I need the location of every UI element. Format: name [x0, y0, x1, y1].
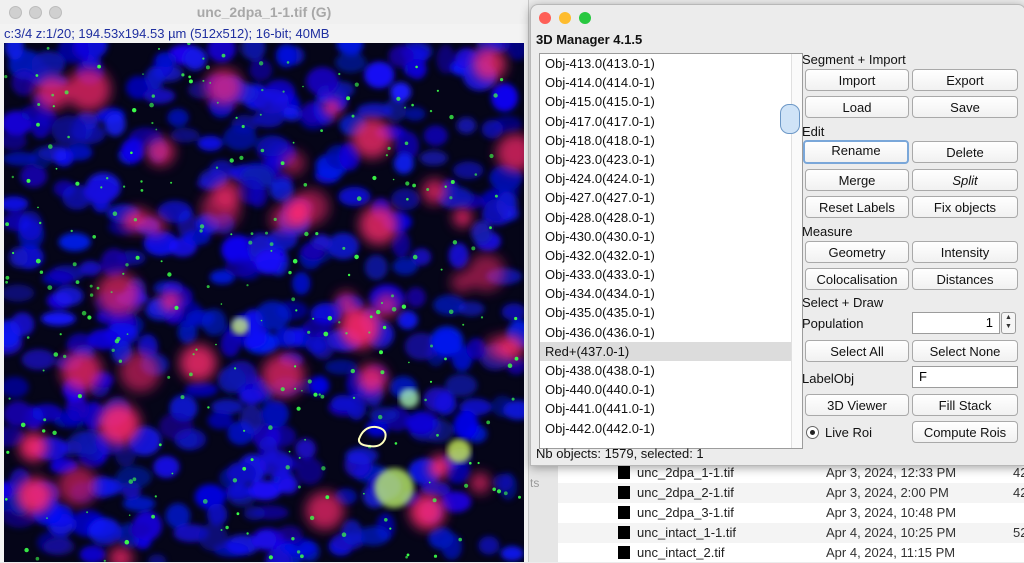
finder-sidebar-text: ts — [530, 476, 540, 490]
minimize-icon[interactable] — [559, 12, 571, 24]
file-icon — [618, 546, 630, 559]
file-row[interactable]: unc_intact_2.tif Apr 4, 2024, 11:15 PM — [558, 543, 1024, 563]
file-name: unc_intact_2.tif — [637, 545, 725, 560]
list-item[interactable]: Obj-414.0(414.0-1) — [540, 73, 802, 92]
import-button[interactable]: Import — [805, 69, 909, 91]
file-icon — [618, 486, 630, 499]
geometry-button[interactable]: Geometry — [805, 241, 909, 263]
finder-sidebar: ts — [528, 462, 558, 562]
file-name: unc_2dpa_3-1.tif — [637, 505, 734, 520]
intensity-button[interactable]: Intensity — [912, 241, 1018, 263]
close-icon[interactable] — [539, 12, 551, 24]
file-date: Apr 4, 2024, 11:15 PM — [826, 545, 956, 560]
file-row[interactable]: unc_2dpa_2-1.tif Apr 3, 2024, 2:00 PM 42 — [558, 483, 1024, 503]
split-button[interactable]: Split — [912, 169, 1018, 191]
select-none-button[interactable]: Select None — [912, 340, 1018, 362]
status-bar: Nb objects: 1579, selected: 1 — [536, 446, 704, 461]
file-icon — [618, 506, 630, 519]
file-size: 42 — [1013, 465, 1024, 480]
list-item[interactable]: Obj-433.0(433.0-1) — [540, 265, 802, 284]
distances-button[interactable]: Distances — [912, 268, 1018, 290]
labelobj-input[interactable]: F — [912, 366, 1018, 388]
section-select-draw: Select + Draw — [802, 295, 884, 310]
list-item[interactable]: Obj-438.0(438.0-1) — [540, 361, 802, 380]
file-row[interactable]: unc_2dpa_1-1.tif Apr 3, 2024, 12:33 PM 42 — [558, 463, 1024, 483]
zoom-icon[interactable] — [579, 12, 591, 24]
colocalisation-button[interactable]: Colocalisation — [805, 268, 909, 290]
live-roi-radio[interactable] — [806, 426, 819, 439]
list-scroll-knob[interactable] — [780, 104, 800, 134]
list-item[interactable]: Obj-440.0(440.0-1) — [540, 380, 802, 399]
list-item[interactable]: Obj-424.0(424.0-1) — [540, 169, 802, 188]
file-row[interactable]: unc_2dpa_3-1.tif Apr 3, 2024, 10:48 PM — [558, 503, 1024, 523]
list-item[interactable]: Obj-413.0(413.0-1) — [540, 54, 802, 73]
file-size: 42 — [1013, 485, 1024, 500]
load-button[interactable]: Load — [805, 96, 909, 118]
3d-manager-window: 3D Manager 4.1.5 Obj-413.0(413.0-1) Obj-4… — [530, 4, 1024, 466]
live-roi-label: Live Roi — [825, 425, 872, 440]
list-item[interactable]: Obj-418.0(418.0-1) — [540, 131, 802, 150]
compute-rois-button[interactable]: Compute Rois — [912, 421, 1018, 443]
list-item[interactable]: Obj-427.0(427.0-1) — [540, 188, 802, 207]
file-row[interactable]: unc_intact_1-1.tif Apr 4, 2024, 10:25 PM 5… — [558, 523, 1024, 543]
list-item[interactable]: Obj-415.0(415.0-1) — [540, 92, 802, 111]
list-item[interactable]: Obj-435.0(435.0-1) — [540, 303, 802, 322]
select-all-button[interactable]: Select All — [805, 340, 909, 362]
section-segment-import: Segment + Import — [802, 52, 906, 67]
finder-window: ts unc_2dpa_1-1.tif Apr 3, 2024, 12:33 PM… — [528, 462, 1024, 562]
list-item[interactable]: Obj-423.0(423.0-1) — [540, 150, 802, 169]
rename-button[interactable]: Rename — [803, 140, 909, 164]
list-item[interactable]: Obj-430.0(430.0-1) — [540, 227, 802, 246]
file-name: unc_intact_1-1.tif — [637, 525, 737, 540]
population-label: Population — [802, 316, 864, 331]
fix-objects-button[interactable]: Fix objects — [912, 196, 1018, 218]
manager-titlebar[interactable] — [531, 5, 1024, 31]
file-icon — [618, 466, 630, 479]
image-window-title: unc_2dpa_1-1.tif (G) — [196, 4, 332, 20]
microscopy-image[interactable] — [4, 43, 524, 562]
image-window: unc_2dpa_1-1.tif (G) c:3/4 z:1/20; 194.5… — [0, 0, 529, 562]
file-date: Apr 3, 2024, 2:00 PM — [826, 485, 949, 500]
export-button[interactable]: Export — [912, 69, 1018, 91]
file-date: Apr 3, 2024, 10:48 PM — [826, 505, 957, 520]
file-size: 52 — [1013, 525, 1024, 540]
3d-viewer-button[interactable]: 3D Viewer — [805, 394, 909, 416]
image-window-titlebar[interactable]: unc_2dpa_1-1.tif (G) — [0, 0, 528, 24]
file-name: unc_2dpa_2-1.tif — [637, 485, 734, 500]
file-date: Apr 4, 2024, 10:25 PM — [826, 525, 957, 540]
list-item[interactable]: Obj-417.0(417.0-1) — [540, 112, 802, 131]
image-info-bar: c:3/4 z:1/20; 194.53x194.53 µm (512x512)… — [4, 26, 330, 41]
reset-labels-button[interactable]: Reset Labels — [805, 196, 909, 218]
section-edit: Edit — [802, 124, 825, 139]
merge-button[interactable]: Merge — [805, 169, 909, 191]
list-item[interactable]: Obj-434.0(434.0-1) — [540, 284, 802, 303]
file-date: Apr 3, 2024, 12:33 PM — [826, 465, 957, 480]
delete-button[interactable]: Delete — [912, 141, 1018, 163]
list-item[interactable]: Obj-436.0(436.0-1) — [540, 323, 802, 342]
list-item[interactable]: Obj-432.0(432.0-1) — [540, 246, 802, 265]
object-list[interactable]: Obj-413.0(413.0-1) Obj-414.0(414.0-1) Obj-… — [539, 53, 803, 449]
save-button[interactable]: Save — [912, 96, 1018, 118]
population-input[interactable]: 1 — [912, 312, 1000, 334]
file-icon — [618, 526, 630, 539]
fill-stack-button[interactable]: Fill Stack — [912, 394, 1018, 416]
image-canvas[interactable] — [4, 43, 524, 562]
labelobj-label: LabelObj — [802, 371, 855, 386]
file-name: unc_2dpa_1-1.tif — [637, 465, 734, 480]
list-item[interactable]: Obj-442.0(442.0-1) — [540, 419, 802, 438]
list-item[interactable]: Red+(437.0-1) — [540, 341, 802, 361]
population-stepper[interactable]: ▲ ▼ — [1001, 312, 1016, 334]
list-item[interactable]: Obj-428.0(428.0-1) — [540, 208, 802, 227]
list-item[interactable]: Obj-441.0(441.0-1) — [540, 399, 802, 418]
manager-title: 3D Manager 4.1.5 — [536, 32, 643, 47]
section-measure: Measure — [802, 224, 853, 239]
